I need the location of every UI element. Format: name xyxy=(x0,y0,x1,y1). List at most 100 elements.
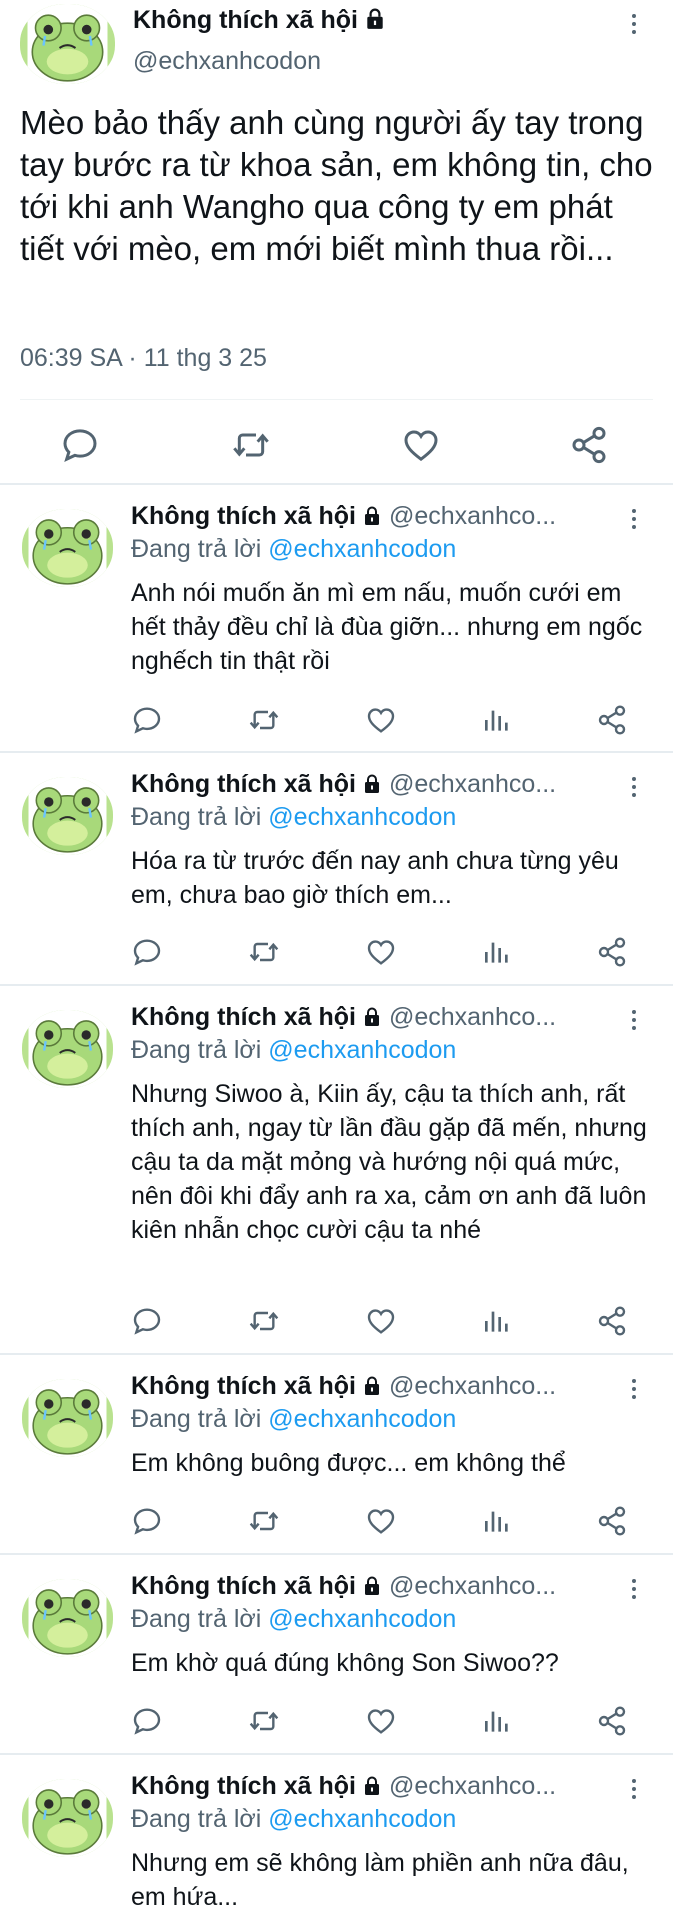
more-icon[interactable] xyxy=(624,777,644,797)
avatar[interactable] xyxy=(22,509,113,587)
stats-icon[interactable] xyxy=(481,1305,513,1337)
more-icon[interactable] xyxy=(624,1379,644,1399)
like-icon[interactable] xyxy=(365,1505,397,1537)
author-handle[interactable]: @echxanhcodon xyxy=(133,47,321,76)
retweet-icon[interactable] xyxy=(248,936,280,968)
reply-tweet[interactable]: Không thích xã hội @echxanhco... Đang tr… xyxy=(0,753,673,986)
reply-icon[interactable] xyxy=(131,704,163,736)
author-handle: @echxanhco... xyxy=(388,1772,557,1800)
lock-icon xyxy=(362,1575,382,1597)
author-line[interactable]: Không thích xã hội @echxanhco... xyxy=(131,502,601,531)
tweet-actions xyxy=(0,415,673,475)
share-icon[interactable] xyxy=(596,1305,628,1337)
reply-tweet[interactable]: Không thích xã hội @echxanhco... Đang tr… xyxy=(0,485,673,753)
display-name: Không thích xã hội xyxy=(131,1372,356,1400)
author-line[interactable]: Không thích xã hội @echxanhco... xyxy=(131,1572,601,1601)
mention-link[interactable]: @echxanhcodon xyxy=(268,803,456,831)
stats-icon[interactable] xyxy=(481,1705,513,1737)
mention-link[interactable]: @echxanhcodon xyxy=(268,535,456,563)
tweet-actions xyxy=(131,1505,651,1545)
stats-icon[interactable] xyxy=(481,1505,513,1537)
more-icon[interactable] xyxy=(624,509,644,529)
tweet-text: Mèo bảo thấy anh cùng người ấy tay trong… xyxy=(20,104,653,267)
reply-tweet[interactable]: Không thích xã hội @echxanhco... Đang tr… xyxy=(0,1355,673,1555)
reply-icon[interactable] xyxy=(131,1305,163,1337)
author-line[interactable]: Không thích xã hội @echxanhco... xyxy=(131,1772,601,1801)
tweet-actions xyxy=(131,704,651,744)
retweet-icon[interactable] xyxy=(248,1705,280,1737)
avatar[interactable] xyxy=(20,4,115,84)
tweet-text: Em khờ quá đúng không Son Siwoo?? xyxy=(131,1649,559,1677)
reply-tweet[interactable]: Không thích xã hội @echxanhco... Đang tr… xyxy=(0,1755,673,1920)
reply-icon[interactable] xyxy=(131,1505,163,1537)
mention-link[interactable]: @echxanhcodon xyxy=(268,1605,456,1633)
tweet-actions xyxy=(131,1705,651,1745)
reply-icon[interactable] xyxy=(131,1705,163,1737)
share-icon[interactable] xyxy=(596,936,628,968)
like-icon[interactable] xyxy=(365,936,397,968)
avatar[interactable] xyxy=(22,777,113,855)
reply-icon[interactable] xyxy=(60,425,100,465)
author-handle: @echxanhco... xyxy=(388,1372,557,1400)
reply-icon[interactable] xyxy=(131,936,163,968)
mention-link[interactable]: @echxanhcodon xyxy=(268,1036,456,1064)
like-icon[interactable] xyxy=(401,425,441,465)
tweet-text: Hóa ra từ trước đến nay anh chưa từng yê… xyxy=(131,847,619,909)
lock-icon xyxy=(362,1375,382,1397)
frog-avatar-icon xyxy=(22,1010,113,1088)
avatar[interactable] xyxy=(22,1379,113,1457)
replying-to: Đang trả lời @echxanhcodon xyxy=(131,1036,456,1065)
retweet-icon[interactable] xyxy=(248,1505,280,1537)
replying-prefix: Đang trả lời xyxy=(131,803,262,831)
stats-icon[interactable] xyxy=(481,936,513,968)
retweet-icon[interactable] xyxy=(248,1305,280,1337)
stats-icon[interactable] xyxy=(481,704,513,736)
more-icon[interactable] xyxy=(624,1579,644,1599)
reply-tweet[interactable]: Không thích xã hội @echxanhco... Đang tr… xyxy=(0,1555,673,1755)
lock-icon xyxy=(362,1775,382,1797)
replying-to: Đang trả lời @echxanhcodon xyxy=(131,803,456,832)
divider xyxy=(20,399,653,400)
mention-link[interactable]: @echxanhcodon xyxy=(268,1405,456,1433)
lock-icon xyxy=(364,7,386,31)
lock-icon xyxy=(362,505,382,527)
avatar[interactable] xyxy=(22,1010,113,1088)
display-name: Không thích xã hội xyxy=(131,770,356,798)
share-icon[interactable] xyxy=(596,1705,628,1737)
more-icon[interactable] xyxy=(624,1779,644,1799)
replying-prefix: Đang trả lời xyxy=(131,1805,262,1833)
author-handle: @echxanhco... xyxy=(388,502,557,530)
tweet-actions xyxy=(131,1305,651,1345)
tweet-actions xyxy=(131,936,651,976)
tweet-text: Em không buông được... em không thể xyxy=(131,1449,566,1477)
replying-prefix: Đang trả lời xyxy=(131,535,262,563)
author-name[interactable]: Không thích xã hội xyxy=(133,6,386,35)
share-icon[interactable] xyxy=(596,1505,628,1537)
frog-avatar-icon xyxy=(22,1779,113,1857)
frog-avatar-icon xyxy=(22,1379,113,1457)
tweet-text: Anh nói muốn ăn mì em nấu, muốn cưới em … xyxy=(131,579,643,675)
more-icon[interactable] xyxy=(624,1010,644,1030)
retweet-icon[interactable] xyxy=(248,704,280,736)
replying-prefix: Đang trả lời xyxy=(131,1405,262,1433)
lock-icon xyxy=(362,1006,382,1028)
reply-tweet[interactable]: Không thích xã hội @echxanhco... Đang tr… xyxy=(0,986,673,1355)
author-line[interactable]: Không thích xã hội @echxanhco... xyxy=(131,1003,601,1032)
author-line[interactable]: Không thích xã hội @echxanhco... xyxy=(131,770,601,799)
author-handle: @echxanhco... xyxy=(388,1572,557,1600)
avatar[interactable] xyxy=(22,1779,113,1857)
author-handle: @echxanhco... xyxy=(388,770,557,798)
like-icon[interactable] xyxy=(365,1705,397,1737)
display-name: Không thích xã hội xyxy=(131,502,356,530)
more-icon[interactable] xyxy=(624,14,644,34)
share-icon[interactable] xyxy=(569,425,609,465)
author-line[interactable]: Không thích xã hội @echxanhco... xyxy=(131,1372,601,1401)
share-icon[interactable] xyxy=(596,704,628,736)
tweet-timestamp[interactable]: 06:39 SA · 11 thg 3 25 xyxy=(20,344,267,373)
like-icon[interactable] xyxy=(365,704,397,736)
retweet-icon[interactable] xyxy=(231,425,271,465)
avatar[interactable] xyxy=(22,1579,113,1657)
like-icon[interactable] xyxy=(365,1305,397,1337)
replying-to: Đang trả lời @echxanhcodon xyxy=(131,1605,456,1634)
mention-link[interactable]: @echxanhcodon xyxy=(268,1805,456,1833)
